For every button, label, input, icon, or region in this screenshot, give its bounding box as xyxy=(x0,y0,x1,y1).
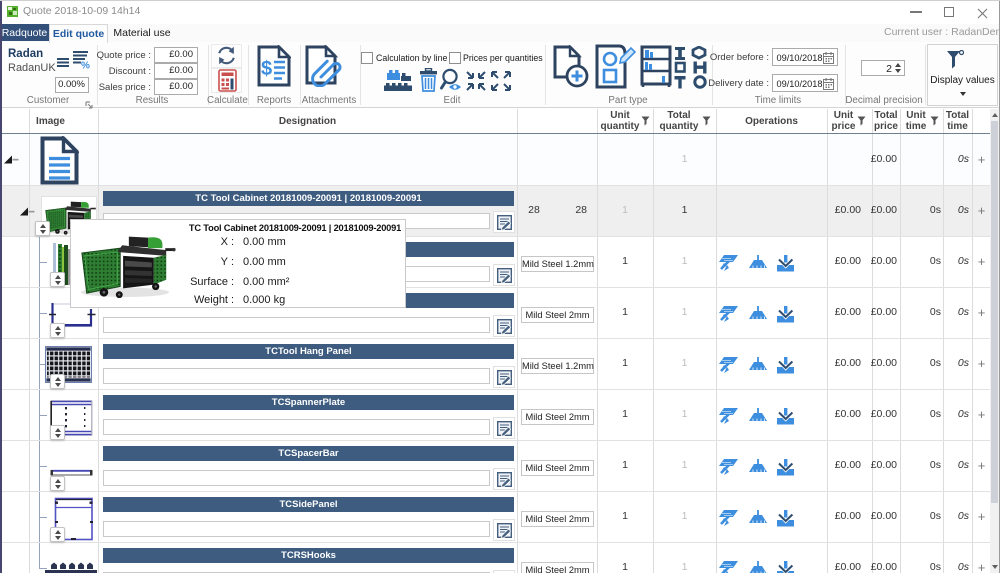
svg-text:$: $ xyxy=(261,58,272,80)
